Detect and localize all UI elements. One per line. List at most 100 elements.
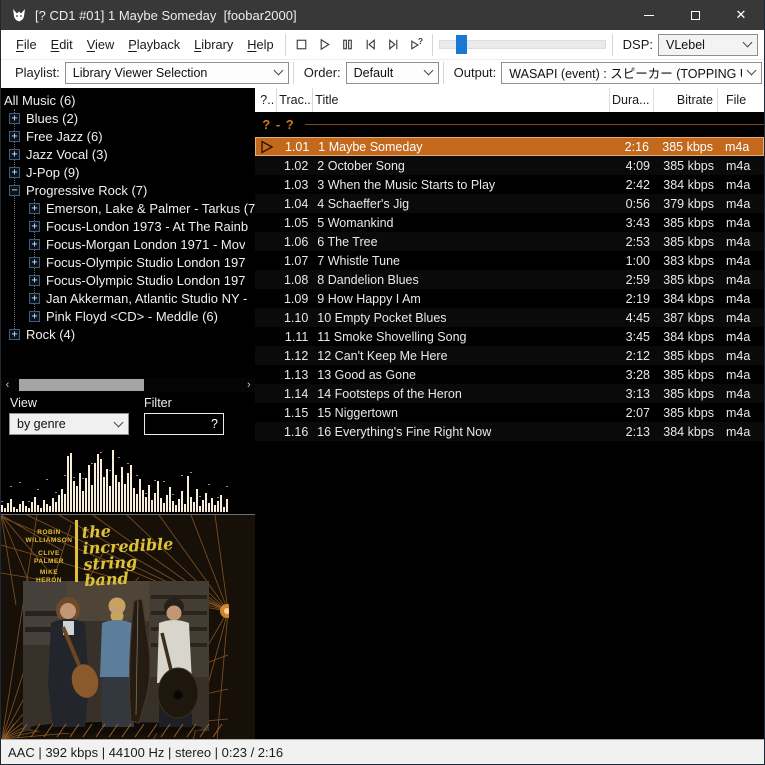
playlist-row[interactable]: 1.06 6 The Tree 2:53 385 kbps m4a <box>255 232 764 251</box>
menu-edit[interactable]: Edit <box>44 37 80 52</box>
play-button[interactable] <box>313 33 336 57</box>
album-art[interactable]: ROBIN WILLIAMSON CLIVE PALMER MIKE HERON… <box>1 514 256 739</box>
expand-icon[interactable]: + <box>29 310 40 322</box>
playlist-row[interactable]: 1.13 13 Good as Gone 3:28 385 kbps m4a <box>255 365 764 384</box>
order-select[interactable]: Default <box>345 61 439 84</box>
seek-slider[interactable] <box>437 33 608 57</box>
random-button[interactable]: ? <box>405 33 428 57</box>
playlist-row[interactable]: 1.09 9 How Happy I Am 2:19 384 kbps m4a <box>255 289 764 308</box>
filter-input[interactable]: ? <box>144 413 224 435</box>
spectrum-bar <box>184 504 186 512</box>
dsp-select[interactable]: VLebel <box>658 33 758 56</box>
tree-item-label: Focus-Olympic Studio London 197 <box>46 254 246 270</box>
playlist-row[interactable]: 1.02 2 October Song 4:09 385 kbps m4a <box>255 156 764 175</box>
order-value: Default <box>353 65 394 80</box>
tree-item[interactable]: + J-Pop (9) <box>1 163 255 181</box>
playlist-row[interactable]: 1.16 16 Everything's Fine Right Now 2:13 38… <box>255 422 764 441</box>
column-header-title[interactable]: Title <box>313 88 610 112</box>
tree-item[interactable]: + Pink Floyd <CD> - Meddle (6) <box>1 307 255 325</box>
spectrum-peak <box>136 475 138 476</box>
scroll-left-icon[interactable]: ‹ <box>1 378 14 392</box>
playlist-row[interactable]: 1.01 1 Maybe Someday 2:16 385 kbps m4a <box>255 137 764 156</box>
column-header-duration[interactable]: Dura... <box>610 88 654 112</box>
expand-icon[interactable]: + <box>9 328 20 340</box>
menu-library[interactable]: Library <box>187 37 240 52</box>
tree-item[interactable]: + Focus-London 1973 - At The Rainb <box>1 217 255 235</box>
menu-help[interactable]: Help <box>240 37 280 52</box>
playlist-row[interactable]: 1.12 12 Can't Keep Me Here 2:12 385 kbps m4a <box>255 346 764 365</box>
stop-button[interactable] <box>290 33 313 57</box>
menu-file[interactable]: File <box>9 37 44 52</box>
seek-thumb[interactable] <box>456 35 468 54</box>
spectrum-bar <box>199 506 201 512</box>
view-select[interactable]: by genre <box>9 413 129 435</box>
playlist-select[interactable]: Library Viewer Selection <box>64 61 289 84</box>
expand-icon[interactable]: + <box>29 292 40 304</box>
expand-icon[interactable]: + <box>29 274 40 286</box>
output-select[interactable]: WASAPI (event) : スピーカー (TOPPING USB DAC <box>501 61 762 84</box>
spectrum-bar <box>16 509 18 512</box>
close-button[interactable]: ✕ <box>718 0 764 30</box>
scroll-right-icon[interactable]: › <box>242 378 255 392</box>
order-label: Order: <box>303 65 341 80</box>
playlist-row[interactable]: 1.10 10 Empty Pocket Blues 4:45 387 kbps m4a <box>255 308 764 327</box>
playlist-row[interactable]: 1.07 7 Whistle Tune 1:00 383 kbps m4a <box>255 251 764 270</box>
tree-item[interactable]: + Free Jazz (6) <box>1 127 255 145</box>
playlist-row[interactable]: 1.15 15 Niggertown 2:07 385 kbps m4a <box>255 403 764 422</box>
column-header-bitrate[interactable]: Bitrate <box>654 88 718 112</box>
tree-item[interactable]: + Focus-Olympic Studio London 197 <box>1 271 255 289</box>
spectrum-bar <box>166 495 168 512</box>
minimize-button[interactable] <box>626 0 672 30</box>
column-header-file[interactable]: File <box>718 88 764 112</box>
expand-icon[interactable]: + <box>9 148 20 160</box>
hscroll-track[interactable] <box>14 378 242 392</box>
cell-dur: 2:07 <box>625 405 650 420</box>
playlist-row[interactable]: 1.03 3 When the Music Starts to Play 2:42 3… <box>255 175 764 194</box>
pause-button[interactable] <box>336 33 359 57</box>
group-header[interactable]: ? - ? <box>255 112 764 137</box>
toolbar-separator <box>611 33 613 56</box>
column-header-track[interactable]: Trac... <box>277 88 314 112</box>
playlist-row[interactable]: 1.14 14 Footsteps of the Heron 3:13 385 kbp… <box>255 384 764 403</box>
maximize-button[interactable] <box>672 0 718 30</box>
expand-icon[interactable]: + <box>29 220 40 232</box>
titlebar[interactable]: [? CD1 #01] 1 Maybe Someday [foobar2000]… <box>1 0 764 30</box>
spectrum-bar <box>55 502 57 512</box>
hscroll-thumb[interactable] <box>19 379 144 391</box>
previous-button[interactable] <box>359 33 382 57</box>
expand-icon[interactable]: + <box>29 256 40 268</box>
tree-item[interactable]: + Blues (2) <box>1 109 255 127</box>
playlist-row[interactable]: 1.05 5 Womankind 3:43 385 kbps m4a <box>255 213 764 232</box>
tree-item[interactable]: + Jazz Vocal (3) <box>1 145 255 163</box>
playlist-row[interactable]: 1.11 11 Smoke Shovelling Song 3:45 384 kbps… <box>255 327 764 346</box>
expand-icon[interactable]: + <box>9 130 20 142</box>
menu-playback[interactable]: Playback <box>121 37 187 52</box>
tree-item[interactable]: − Progressive Rock (7) <box>1 181 255 199</box>
tree-item[interactable]: + Focus-Morgan London 1971 - Mov <box>1 235 255 253</box>
spectrum-peak <box>154 480 156 481</box>
seek-track[interactable] <box>438 35 606 54</box>
next-button[interactable] <box>382 33 405 57</box>
tree-item[interactable]: + Jan Akkerman, Atlantic Studio NY - <box>1 289 255 307</box>
output-value: WASAPI (event) : スピーカー (TOPPING USB DAC <box>509 67 742 81</box>
playlist-row[interactable]: 1.04 4 Schaeffer's Jig 0:56 379 kbps m4a <box>255 194 764 213</box>
tree-item[interactable]: + Rock (4) <box>1 325 255 343</box>
collapse-icon[interactable]: − <box>9 184 20 196</box>
column-header-playing[interactable]: ?.. <box>255 88 278 112</box>
expand-icon[interactable]: + <box>9 112 20 124</box>
spectrum-peak <box>10 486 12 487</box>
menu-view[interactable]: View <box>80 37 122 52</box>
expand-icon[interactable]: + <box>9 166 20 178</box>
spectrum-bar <box>124 484 126 512</box>
tree-item[interactable]: All Music (6) <box>1 91 255 109</box>
tree-hscrollbar[interactable]: ‹ › <box>1 378 256 392</box>
pause-icon <box>342 39 352 50</box>
spectrum-peak <box>118 457 120 458</box>
tree-item[interactable]: + Focus-Olympic Studio London 197 <box>1 253 255 271</box>
expand-icon[interactable]: + <box>29 238 40 250</box>
spectrum-visualizer[interactable] <box>1 441 256 514</box>
expand-icon[interactable]: + <box>29 202 40 214</box>
cell-file: m4a <box>726 405 751 420</box>
tree-item[interactable]: + Emerson, Lake & Palmer - Tarkus (7 <box>1 199 255 217</box>
playlist-row[interactable]: 1.08 8 Dandelion Blues 2:59 385 kbps m4a <box>255 270 764 289</box>
